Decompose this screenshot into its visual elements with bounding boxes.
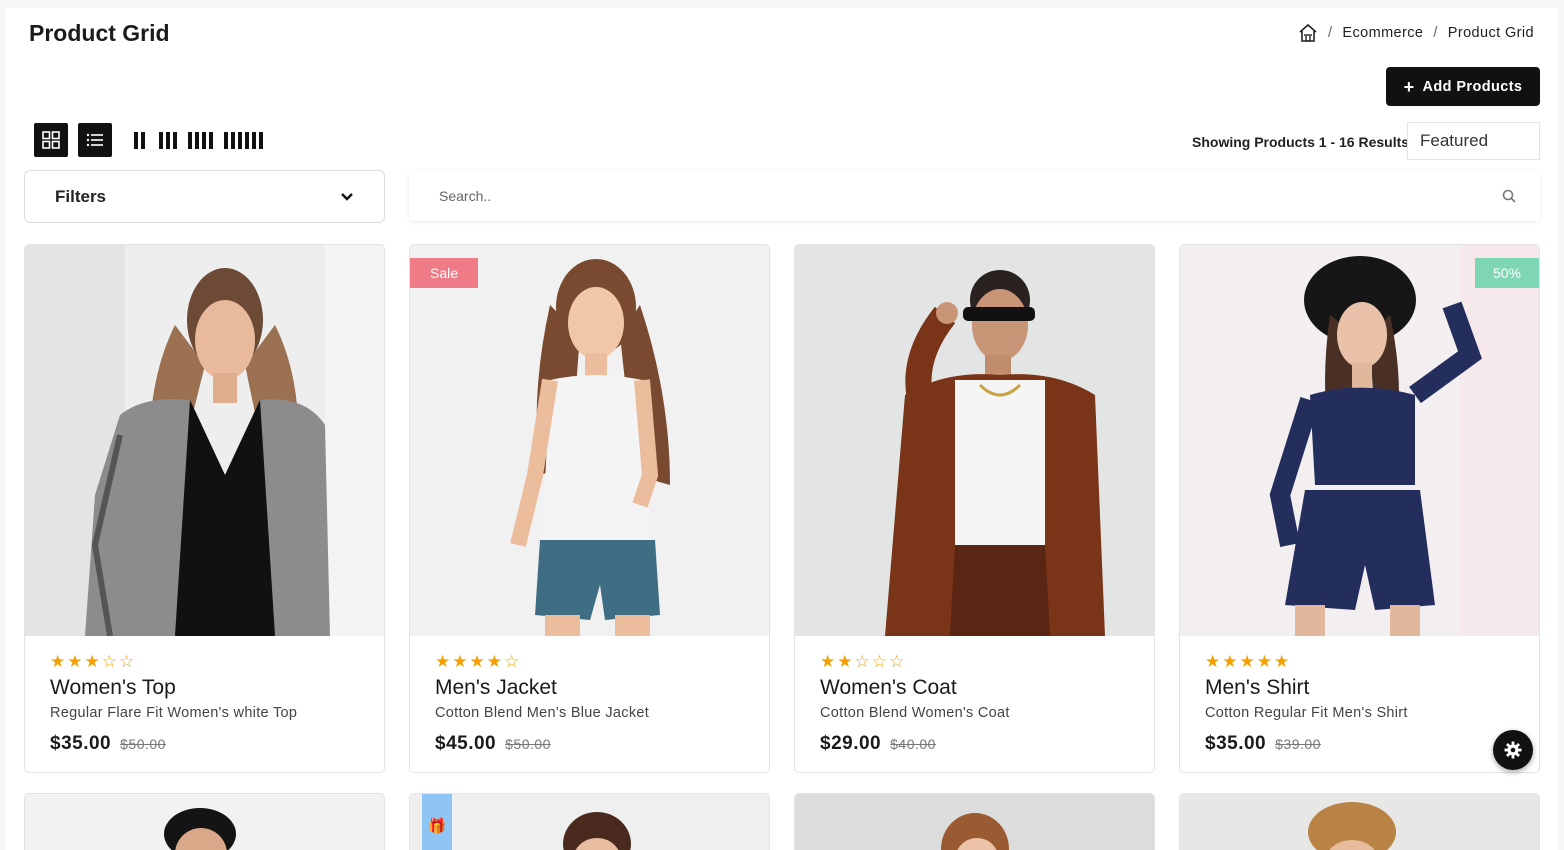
add-products-button[interactable]: + Add Products: [1386, 67, 1540, 106]
star-icon: ★: [820, 652, 836, 671]
breadcrumb-separator: /: [1433, 24, 1438, 41]
three-column-button[interactable]: [159, 132, 177, 149]
product-image[interactable]: [25, 794, 384, 850]
star-outline-icon: ☆: [854, 652, 870, 671]
old-price: $50.00: [120, 736, 166, 752]
product-image[interactable]: [795, 794, 1154, 850]
results-count: Showing Products 1 - 16 Results: [1192, 134, 1410, 150]
add-products-label: Add Products: [1422, 78, 1523, 95]
product-image[interactable]: 🎁: [410, 794, 769, 850]
breadcrumb-separator: /: [1327, 24, 1333, 41]
grid-icon: [42, 131, 60, 149]
star-outline-icon: ☆: [119, 652, 135, 671]
product-card[interactable]: Sale ★ ★ ★ ★ ☆ Men's Jacket Cotton Blend Men…: [409, 244, 770, 773]
product-description: Regular Flare Fit Women's white Top: [50, 705, 298, 721]
star-outline-icon: ☆: [101, 652, 117, 671]
star-outline-icon: ☆: [889, 652, 905, 671]
sale-badge: Sale: [410, 258, 479, 288]
product-name[interactable]: Women's Top: [50, 676, 176, 700]
old-price: $50.00: [505, 736, 551, 752]
page: Product Grid / Ecommerce / Product Grid …: [6, 8, 1558, 850]
old-price: $40.00: [890, 736, 936, 752]
star-icon: ★: [837, 652, 853, 671]
product-image[interactable]: 50%: [1180, 245, 1539, 636]
current-price: $35.00: [50, 733, 112, 754]
product-price: $35.00 $50.00: [50, 733, 166, 755]
filters-label: Filters: [55, 186, 107, 206]
star-outline-icon: ☆: [504, 652, 520, 671]
star-icon: ★: [486, 652, 502, 671]
product-name[interactable]: Men's Shirt: [1205, 676, 1309, 700]
rating-stars: ★ ★ ☆ ☆ ☆: [820, 653, 904, 670]
page-title: Product Grid: [29, 20, 170, 46]
search-bar: [409, 170, 1540, 221]
discount-badge: 50%: [1474, 258, 1539, 288]
star-icon: ★: [469, 652, 485, 671]
product-price: $35.00 $39.00: [1205, 733, 1321, 755]
search-input[interactable]: [439, 187, 1502, 204]
rating-stars: ★ ★ ★ ★ ☆: [435, 653, 519, 670]
star-outline-icon: ☆: [871, 652, 887, 671]
filters-dropdown[interactable]: Filters: [24, 170, 385, 223]
star-icon: ★: [1222, 652, 1238, 671]
sort-select[interactable]: Featured: [1407, 122, 1540, 160]
product-image[interactable]: [25, 245, 384, 636]
list-icon: [86, 133, 103, 147]
product-image[interactable]: [795, 245, 1154, 636]
list-view-button[interactable]: [78, 123, 112, 157]
product-description: Cotton Blend Women's Coat: [820, 705, 1010, 721]
product-card[interactable]: 🎁: [409, 793, 770, 850]
breadcrumb: / Ecommerce / Product Grid: [1298, 23, 1534, 42]
six-column-button[interactable]: [224, 132, 263, 149]
product-card[interactable]: [24, 793, 385, 850]
breadcrumb-ecommerce[interactable]: Ecommerce: [1342, 25, 1423, 41]
product-description: Cotton Regular Fit Men's Shirt: [1205, 705, 1408, 721]
product-price: $45.00 $50.00: [435, 733, 551, 755]
product-card[interactable]: [1179, 793, 1540, 850]
product-name[interactable]: Men's Jacket: [435, 676, 557, 700]
product-name[interactable]: Women's Coat: [820, 676, 957, 700]
home-icon[interactable]: [1298, 23, 1318, 42]
four-column-button[interactable]: [188, 132, 213, 149]
current-price: $45.00: [435, 733, 497, 754]
star-icon: ★: [1256, 652, 1272, 671]
product-card[interactable]: ★ ★ ☆ ☆ ☆ Women's Coat Cotton Blend Women's …: [794, 244, 1155, 773]
current-price: $35.00: [1205, 733, 1267, 754]
grid-view-button[interactable]: [34, 123, 68, 157]
gift-icon: 🎁: [428, 817, 447, 835]
star-icon: ★: [67, 652, 83, 671]
product-image[interactable]: Sale: [410, 245, 769, 636]
rating-stars: ★ ★ ★ ★ ★: [1205, 653, 1289, 670]
product-price: $29.00 $40.00: [820, 733, 936, 755]
product-image[interactable]: [1180, 794, 1539, 850]
two-column-button[interactable]: [134, 132, 145, 149]
star-icon: ★: [452, 652, 468, 671]
star-icon: ★: [1239, 652, 1255, 671]
gear-icon: [1504, 741, 1522, 759]
old-price: $39.00: [1275, 736, 1321, 752]
star-icon: ★: [1205, 652, 1221, 671]
product-description: Cotton Blend Men's Blue Jacket: [435, 705, 650, 721]
star-icon: ★: [84, 652, 100, 671]
plus-icon: +: [1403, 76, 1415, 97]
product-card[interactable]: [794, 793, 1155, 850]
settings-button[interactable]: [1493, 730, 1533, 770]
product-card[interactable]: 50% ★ ★ ★ ★ ★ Men's Shirt Cotton Regular Fit…: [1179, 244, 1540, 773]
chevron-down-icon: [341, 193, 353, 201]
search-icon[interactable]: [1502, 189, 1516, 203]
breadcrumb-current: Product Grid: [1447, 24, 1534, 41]
star-icon: ★: [1274, 652, 1290, 671]
star-icon: ★: [435, 652, 451, 671]
current-price: $29.00: [820, 733, 882, 754]
star-icon: ★: [50, 652, 66, 671]
rating-stars: ★ ★ ★ ☆ ☆: [50, 653, 134, 670]
product-card[interactable]: ★ ★ ★ ☆ ☆ Women's Top Regular Flare Fit Wome…: [24, 244, 385, 773]
